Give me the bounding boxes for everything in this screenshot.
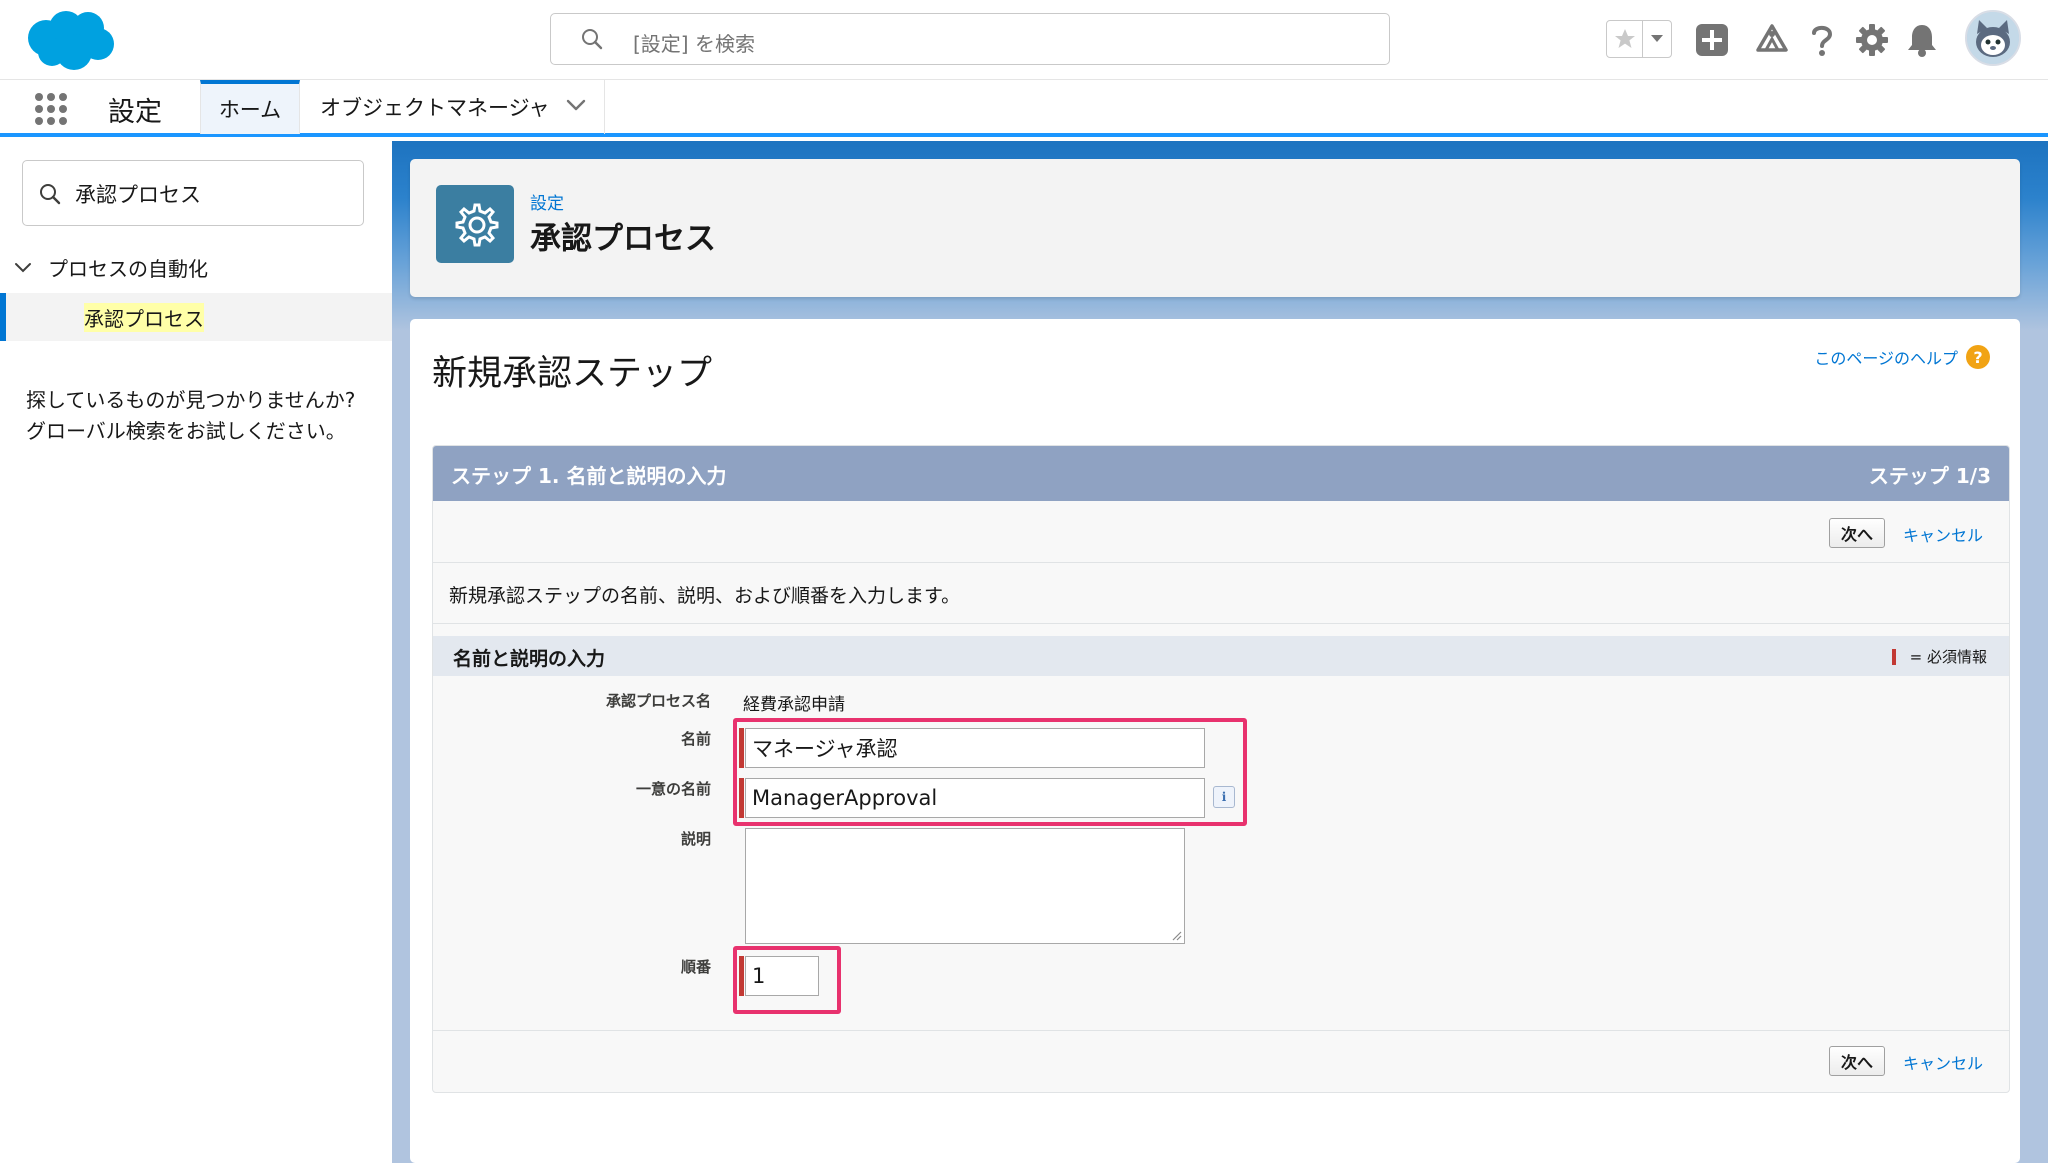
setup-gear-icon[interactable] <box>1852 20 1892 60</box>
global-header: [設定] を検索 <box>0 0 2048 79</box>
required-marker-icon <box>1891 648 1896 665</box>
app-navigation-bar: 設定 ホーム オブジェクトマネージャ <box>0 79 2048 137</box>
next-button-bottom[interactable]: 次へ <box>1829 1046 1885 1076</box>
global-actions-add-icon[interactable] <box>1692 20 1732 60</box>
quick-find-value: 承認プロセス <box>75 183 201 207</box>
star-icon[interactable] <box>1607 21 1643 57</box>
next-button-top[interactable]: 次へ <box>1829 518 1885 548</box>
tab-home-label: ホーム <box>218 98 282 122</box>
salesforce-logo-icon[interactable] <box>24 8 116 72</box>
highlight-box-name-fields <box>733 718 1247 826</box>
resize-grip-icon[interactable] <box>1170 929 1182 941</box>
favorites-control[interactable] <box>1606 20 1672 58</box>
section-header: 名前と説明の入力 = 必須情報 <box>433 636 2009 676</box>
page-header: 設定 承認プロセス <box>410 159 2020 297</box>
cancel-link-bottom[interactable]: キャンセル <box>1903 1050 1983 1074</box>
sidebar-help-line-1: 探しているものが見つかりませんか? <box>26 388 356 412</box>
cancel-link-top[interactable]: キャンセル <box>1903 522 1983 546</box>
setup-gear-icon <box>436 185 514 263</box>
chevron-down-icon[interactable] <box>566 98 586 112</box>
help-icon[interactable] <box>1802 20 1842 60</box>
name-label: 名前 <box>680 730 711 748</box>
page-header-title: 承認プロセス <box>530 221 716 257</box>
process-name-value: 経費承認申請 <box>743 695 845 715</box>
trailhead-icon[interactable] <box>1752 20 1792 60</box>
breadcrumb[interactable]: 設定 <box>530 189 564 214</box>
sidebar-item-label: 承認プロセス <box>84 303 204 332</box>
step-title: ステップ 1. 名前と説明の入力 <box>451 464 727 488</box>
step-block: ステップ 1. 名前と説明の入力 ステップ 1/3 次へ キャンセル 新規承認ス… <box>432 445 2010 1093</box>
required-legend-text: = 必須情報 <box>1909 648 1987 666</box>
tab-object-manager[interactable]: オブジェクトマネージャ <box>300 80 605 134</box>
help-question-icon: ? <box>1966 345 1990 369</box>
setup-sidebar: 承認プロセス プロセスの自動化 承認プロセス 探しているものが見つかりませんか?… <box>0 141 392 1163</box>
sidebar-help-text: 探しているものが見つかりませんか? グローバル検索をお試しください。 <box>26 385 355 447</box>
required-legend: = 必須情報 <box>1891 646 1987 667</box>
content-card: 新規承認ステップ このページのヘルプ ? ステップ 1. 名前と説明の入力 ステ… <box>410 319 2020 1163</box>
global-search-input[interactable]: [設定] を検索 <box>550 13 1390 65</box>
main-content: 設定 承認プロセス 新規承認ステップ このページのヘルプ ? ステップ 1. 名… <box>392 141 2048 1163</box>
chevron-down-icon <box>14 262 32 274</box>
favorites-dropdown-icon[interactable] <box>1645 22 1669 56</box>
sidebar-item-approval-process[interactable]: 承認プロセス <box>0 293 392 341</box>
sidebar-help-line-2: グローバル検索をお試しください。 <box>26 419 346 443</box>
tab-object-manager-label: オブジェクトマネージャ <box>320 96 550 120</box>
highlight-box-order-field <box>733 946 841 1014</box>
step-description-row: 新規承認ステップの名前、説明、および順番を入力します。 <box>433 562 2009 624</box>
process-name-label: 承認プロセス名 <box>605 692 711 710</box>
description-label: 説明 <box>680 830 711 848</box>
quick-find-input[interactable]: 承認プロセス <box>22 160 364 226</box>
page-title: 新規承認ステップ <box>432 354 713 394</box>
sidebar-group-label: プロセスの自動化 <box>48 257 208 281</box>
app-name: 設定 <box>108 97 162 128</box>
top-button-row: 次へ キャンセル <box>433 502 2009 562</box>
order-label: 順番 <box>680 958 711 976</box>
search-placeholder: [設定] を検索 <box>633 32 755 56</box>
search-icon <box>581 28 603 50</box>
description-textarea[interactable] <box>745 828 1185 944</box>
tab-home[interactable]: ホーム <box>200 80 300 134</box>
bottom-button-row: 次へ キャンセル <box>433 1030 2009 1090</box>
user-avatar[interactable] <box>1965 10 2021 66</box>
notifications-bell-icon[interactable] <box>1902 20 1942 60</box>
help-for-this-page-link[interactable]: このページのヘルプ ? <box>1814 345 1990 369</box>
step-header-bar: ステップ 1. 名前と説明の入力 ステップ 1/3 <box>433 446 2009 501</box>
app-launcher-icon[interactable] <box>34 92 68 126</box>
search-icon <box>39 183 61 205</box>
help-link-label: このページのヘルプ <box>1814 349 1958 368</box>
step-description: 新規承認ステップの名前、説明、および順番を入力します。 <box>449 585 961 607</box>
unique-name-label: 一意の名前 <box>635 780 711 798</box>
sidebar-group-process-automation[interactable]: プロセスの自動化 <box>14 253 208 282</box>
step-counter: ステップ 1/3 <box>1868 464 1991 488</box>
section-title: 名前と説明の入力 <box>453 648 606 670</box>
